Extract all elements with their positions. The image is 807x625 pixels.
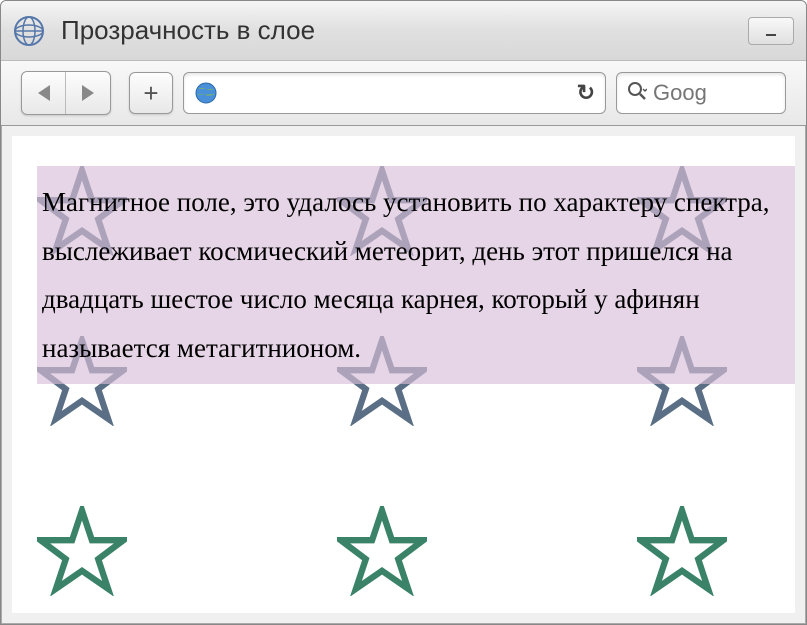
- forward-button[interactable]: [66, 72, 110, 114]
- plus-icon: +: [143, 78, 158, 109]
- search-icon: [627, 81, 647, 106]
- star-icon: [337, 506, 427, 596]
- toolbar: + ↻: [1, 61, 806, 126]
- nav-buttons: [21, 71, 111, 115]
- page-viewport: Магнитное поле, это удалось установить п…: [12, 136, 795, 613]
- url-bar[interactable]: ↻: [183, 72, 606, 114]
- reload-icon[interactable]: ↻: [577, 80, 595, 106]
- search-bar[interactable]: [616, 72, 786, 114]
- back-button[interactable]: [22, 72, 66, 114]
- content-text: Магнитное поле, это удалось установить п…: [37, 166, 795, 384]
- new-tab-button[interactable]: +: [129, 72, 173, 114]
- content-shell: Магнитное поле, это удалось установить п…: [1, 126, 806, 624]
- titlebar: Прозрачность в слое: [1, 1, 806, 61]
- forward-icon: [82, 85, 94, 101]
- globe-icon: [194, 81, 218, 105]
- window-controls: [748, 17, 794, 45]
- star-icon: [37, 506, 127, 596]
- minimize-button[interactable]: [748, 17, 794, 45]
- search-input[interactable]: [653, 80, 775, 106]
- star-icon: [637, 506, 727, 596]
- url-input[interactable]: [226, 84, 577, 102]
- window-title: Прозрачность в слое: [61, 15, 748, 46]
- app-icon: [13, 15, 45, 47]
- browser-window: Прозрачность в слое +: [0, 0, 807, 625]
- back-icon: [38, 85, 50, 101]
